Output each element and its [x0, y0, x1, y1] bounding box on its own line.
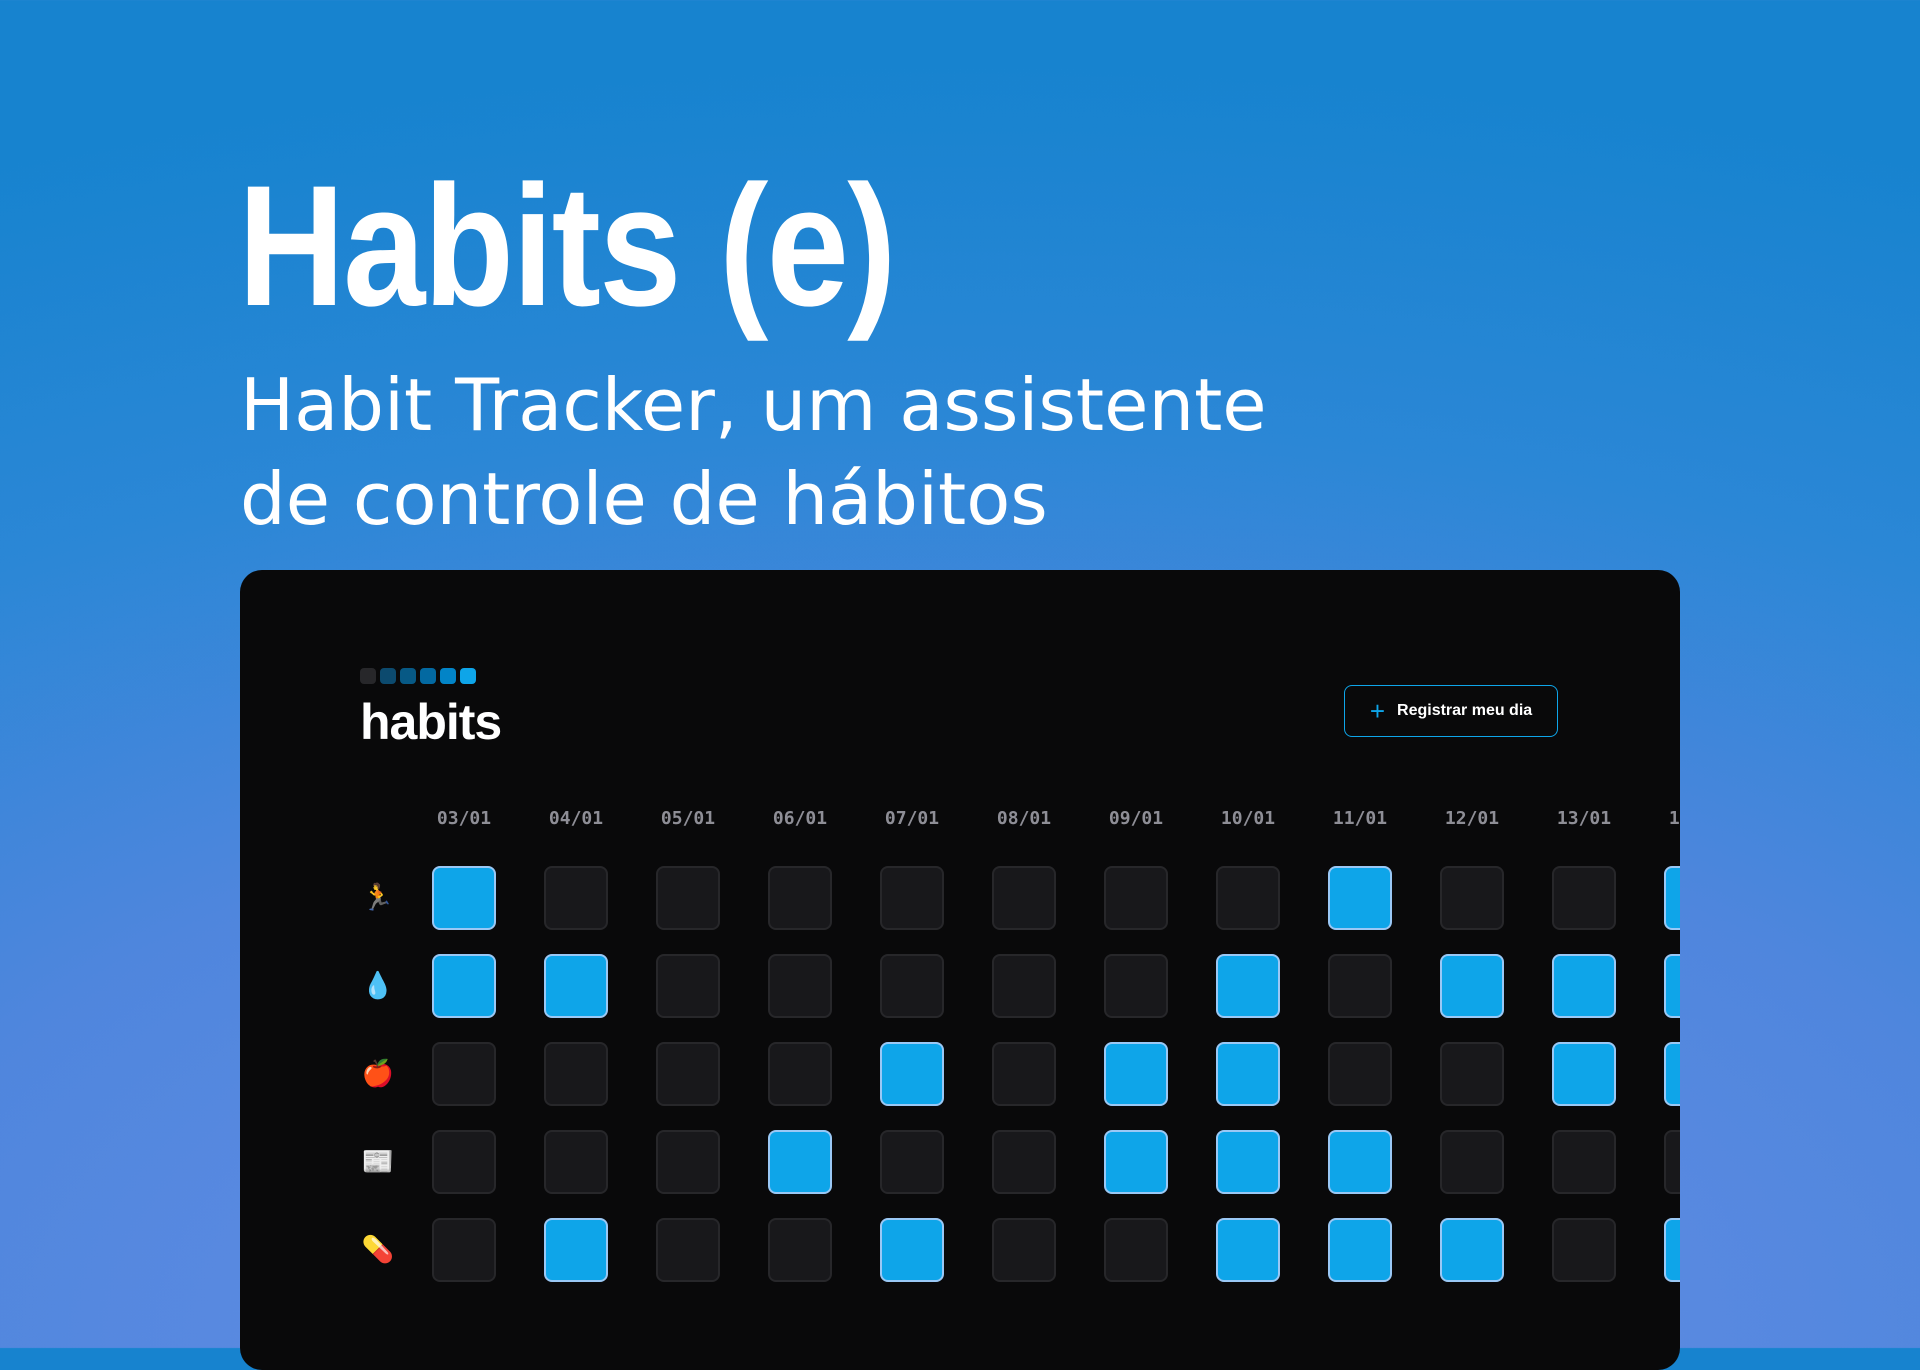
habit-row: 💧: [240, 954, 1680, 1018]
habit-day-cell[interactable]: [1552, 1218, 1616, 1282]
habit-day-cell-completed[interactable]: [544, 954, 608, 1018]
habit-day-cell-completed[interactable]: [1440, 1218, 1504, 1282]
habit-day-cell-completed[interactable]: [1552, 1042, 1616, 1106]
date-label: 14/01: [1668, 808, 1680, 829]
logo-square: [400, 668, 416, 684]
habit-day-cell[interactable]: [1664, 1130, 1680, 1194]
habit-day-cell-completed[interactable]: [1216, 1218, 1280, 1282]
droplet-icon: 💧: [361, 971, 395, 1001]
habit-day-cell[interactable]: [992, 1042, 1056, 1106]
habit-day-cell-completed[interactable]: [1328, 1130, 1392, 1194]
habit-day-cell-completed[interactable]: [1328, 866, 1392, 930]
newspaper-icon: 📰: [361, 1147, 395, 1177]
habit-day-cell[interactable]: [656, 954, 720, 1018]
logo-square: [420, 668, 436, 684]
habit-day-cell-completed[interactable]: [1664, 866, 1680, 930]
habit-day-cell-completed[interactable]: [1664, 1042, 1680, 1106]
logo-square: [380, 668, 396, 684]
logo-square: [460, 668, 476, 684]
habit-row: 💊: [240, 1218, 1680, 1282]
habits-logo: [360, 668, 476, 684]
habit-row: 🏃: [240, 866, 1680, 930]
logo-square: [440, 668, 456, 684]
habit-day-cell[interactable]: [656, 1218, 720, 1282]
habit-day-cell[interactable]: [656, 1042, 720, 1106]
habit-day-cell[interactable]: [544, 1042, 608, 1106]
date-label: 09/01: [1108, 808, 1164, 829]
runner-icon: 🏃: [361, 883, 395, 913]
habit-day-cell-completed[interactable]: [432, 954, 496, 1018]
habit-day-cell[interactable]: [880, 1130, 944, 1194]
habit-day-cell[interactable]: [768, 1218, 832, 1282]
habit-day-cell[interactable]: [1328, 1042, 1392, 1106]
date-label: 13/01: [1556, 808, 1612, 829]
habit-day-cell-completed[interactable]: [432, 866, 496, 930]
habit-day-cell[interactable]: [880, 866, 944, 930]
date-label: 03/01: [436, 808, 492, 829]
habit-day-cell-completed[interactable]: [1664, 1218, 1680, 1282]
habit-day-cell-completed[interactable]: [544, 1218, 608, 1282]
date-header: 03/01 04/01 05/01 06/01 07/01 08/01 09/01 10/01…: [240, 808, 1680, 838]
hero-subtitle-line-2: de controle de hábitos: [240, 457, 1048, 541]
habit-day-cell-completed[interactable]: [1216, 1042, 1280, 1106]
register-day-button[interactable]: + Registrar meu dia: [1344, 685, 1558, 737]
date-label: 05/01: [660, 808, 716, 829]
habit-day-cell[interactable]: [656, 866, 720, 930]
habit-day-cell[interactable]: [992, 866, 1056, 930]
habit-day-cell[interactable]: [1440, 1130, 1504, 1194]
plus-icon: +: [1369, 696, 1386, 726]
habit-day-cell-completed[interactable]: [1104, 1130, 1168, 1194]
habit-day-cell-completed[interactable]: [1552, 954, 1616, 1018]
date-label: 11/01: [1332, 808, 1388, 829]
habit-day-cell[interactable]: [432, 1042, 496, 1106]
habit-day-cell-completed[interactable]: [1440, 954, 1504, 1018]
habit-day-cell[interactable]: [1440, 1042, 1504, 1106]
habit-day-cell[interactable]: [1552, 866, 1616, 930]
habit-day-cell-completed[interactable]: [880, 1042, 944, 1106]
date-label: 07/01: [884, 808, 940, 829]
habit-day-cell-completed[interactable]: [768, 1130, 832, 1194]
habit-day-cell[interactable]: [768, 866, 832, 930]
habit-day-cell-completed[interactable]: [1328, 1218, 1392, 1282]
habit-day-cell[interactable]: [992, 1130, 1056, 1194]
date-label: 12/01: [1444, 808, 1500, 829]
habit-row: 📰: [240, 1130, 1680, 1194]
habit-day-cell[interactable]: [432, 1130, 496, 1194]
date-label: 08/01: [996, 808, 1052, 829]
habit-day-cell[interactable]: [1104, 954, 1168, 1018]
hero-subtitle: Habit Tracker, um assistente de controle…: [240, 358, 1340, 546]
habit-day-cell[interactable]: [768, 1042, 832, 1106]
habit-day-cell[interactable]: [1552, 1130, 1616, 1194]
apple-icon: 🍎: [361, 1059, 395, 1089]
habit-day-cell[interactable]: [656, 1130, 720, 1194]
date-label: 10/01: [1220, 808, 1276, 829]
hero-title: Habits (e): [238, 150, 896, 342]
habit-day-cell-completed[interactable]: [1664, 954, 1680, 1018]
app-window: habits + Registrar meu dia 03/01 04/01 05/…: [240, 570, 1680, 1370]
app-title: habits: [360, 694, 502, 750]
hero-subtitle-line-1: Habit Tracker, um assistente: [240, 363, 1267, 447]
habit-day-cell[interactable]: [1328, 954, 1392, 1018]
habit-day-cell[interactable]: [992, 1218, 1056, 1282]
date-label: 04/01: [548, 808, 604, 829]
date-label: 06/01: [772, 808, 828, 829]
habit-row: 🍎: [240, 1042, 1680, 1106]
logo-square: [360, 668, 376, 684]
habit-day-cell[interactable]: [992, 954, 1056, 1018]
habit-day-cell[interactable]: [1104, 1218, 1168, 1282]
pill-icon: 💊: [361, 1235, 395, 1265]
habit-day-cell[interactable]: [768, 954, 832, 1018]
habit-day-cell-completed[interactable]: [1104, 1042, 1168, 1106]
habit-day-cell[interactable]: [880, 954, 944, 1018]
habit-day-cell-completed[interactable]: [880, 1218, 944, 1282]
habit-day-cell[interactable]: [1440, 866, 1504, 930]
habit-day-cell[interactable]: [544, 866, 608, 930]
habit-day-cell[interactable]: [1104, 866, 1168, 930]
habit-day-cell[interactable]: [432, 1218, 496, 1282]
habit-day-cell[interactable]: [1216, 866, 1280, 930]
register-day-label: Registrar meu dia: [1397, 702, 1533, 719]
habit-day-cell[interactable]: [544, 1130, 608, 1194]
habit-day-cell-completed[interactable]: [1216, 954, 1280, 1018]
habit-day-cell-completed[interactable]: [1216, 1130, 1280, 1194]
